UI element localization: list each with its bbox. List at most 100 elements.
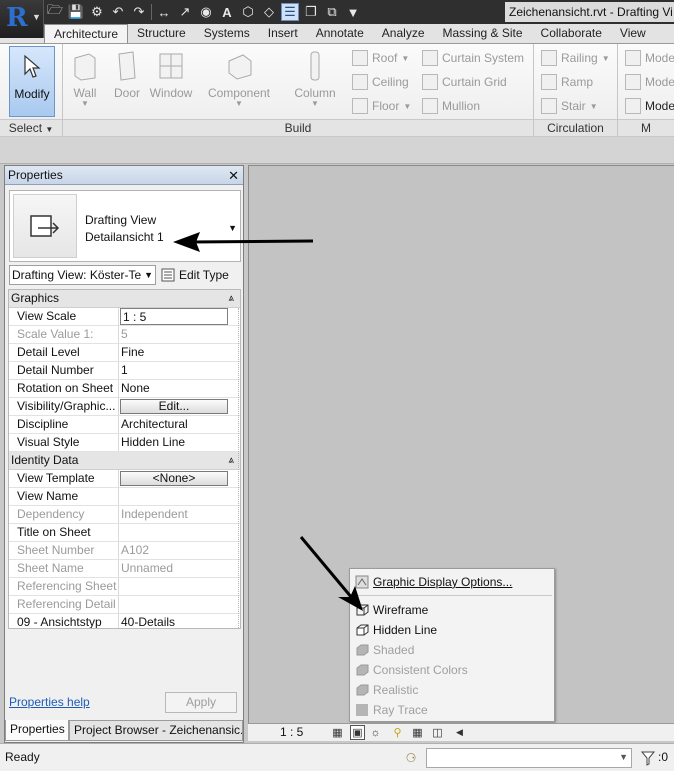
- sync-icon[interactable]: ⚙: [88, 3, 106, 21]
- panel-select[interactable]: Select ▼: [0, 119, 62, 136]
- curtain-grid-button[interactable]: Curtain Grid: [422, 71, 507, 93]
- wireframe-item[interactable]: Wireframe: [354, 600, 552, 620]
- sun-path-icon[interactable]: ☼: [368, 725, 383, 740]
- property-row[interactable]: Rotation on Sheet None: [9, 380, 240, 398]
- close-icon[interactable]: ✕: [228, 167, 239, 185]
- railing-button[interactable]: Railing ▼: [541, 47, 610, 69]
- property-value[interactable]: Fine: [119, 344, 240, 361]
- filter-icon[interactable]: [640, 749, 656, 767]
- switch-windows-icon[interactable]: ⧉: [323, 3, 341, 21]
- view-scale-control[interactable]: 1 : 5: [280, 724, 303, 741]
- model-group-button[interactable]: Mode: [625, 95, 674, 117]
- component-button[interactable]: Component ▼: [204, 46, 274, 116]
- chevron-left-icon[interactable]: ◀: [452, 725, 467, 740]
- collapse-icon[interactable]: ⩓: [228, 452, 234, 469]
- tag-icon[interactable]: ◉: [197, 3, 215, 21]
- stair-button[interactable]: Stair ▼: [541, 95, 598, 117]
- tab-view[interactable]: View: [611, 24, 655, 43]
- roof-button[interactable]: Roof ▼: [352, 47, 409, 69]
- open-icon[interactable]: 🗁: [46, 2, 64, 21]
- thin-lines-icon[interactable]: ☰: [281, 3, 299, 21]
- model-text-button[interactable]: Mode: [625, 47, 674, 69]
- tab-insert[interactable]: Insert: [259, 24, 307, 43]
- tab-project-browser[interactable]: Project Browser - Zeichenansic...: [69, 720, 243, 741]
- temporary-hide-icon[interactable]: ⚲: [390, 725, 405, 740]
- customize-qat-icon[interactable]: ▼: [344, 3, 362, 21]
- view-scale-input[interactable]: 1 : 5: [120, 308, 228, 325]
- section-icon[interactable]: ◇: [260, 3, 278, 21]
- tab-massing-site[interactable]: Massing & Site: [434, 24, 532, 43]
- tab-properties[interactable]: Properties: [5, 720, 69, 741]
- collapse-icon[interactable]: ⩓: [228, 290, 234, 307]
- tab-annotate[interactable]: Annotate: [307, 24, 373, 43]
- tab-structure[interactable]: Structure: [128, 24, 195, 43]
- ramp-button[interactable]: Ramp: [541, 71, 593, 93]
- property-value[interactable]: 40-Details: [119, 614, 240, 628]
- aligned-dimension-icon[interactable]: ↗: [176, 3, 194, 21]
- apply-button[interactable]: Apply: [165, 692, 237, 713]
- view-template-button[interactable]: <None>: [120, 471, 228, 486]
- consistent-colors-item[interactable]: Consistent Colors: [354, 660, 552, 680]
- chevron-down-icon[interactable]: ▼: [228, 223, 237, 233]
- visual-style-icon[interactable]: ▣: [350, 725, 365, 740]
- ceiling-label: Ceiling: [372, 75, 409, 89]
- section-graphics[interactable]: Graphics ⩓: [9, 290, 240, 308]
- property-value[interactable]: [119, 488, 240, 505]
- detail-level-icon[interactable]: ▦: [330, 725, 345, 740]
- redo-icon[interactable]: ↷: [130, 3, 148, 21]
- property-row[interactable]: Discipline Architectural: [9, 416, 240, 434]
- measure-icon[interactable]: ↔: [155, 3, 173, 21]
- save-icon[interactable]: 💾: [67, 3, 85, 21]
- properties-help-link[interactable]: Properties help: [9, 695, 90, 709]
- property-row[interactable]: Title on Sheet: [9, 524, 240, 542]
- property-value[interactable]: [119, 524, 240, 541]
- application-menu-button[interactable]: R ▼: [0, 0, 44, 38]
- property-row[interactable]: Visual Style Hidden Line: [9, 434, 240, 452]
- window-button[interactable]: Window: [148, 46, 194, 116]
- workset-dropdown[interactable]: ▼: [426, 748, 632, 768]
- column-button[interactable]: Column ▼: [290, 46, 340, 116]
- property-value[interactable]: Hidden Line: [119, 434, 240, 451]
- property-row[interactable]: Visibility/Graphic... Edit...: [9, 398, 240, 416]
- property-row[interactable]: 09 - Ansichtstyp 40-Details: [9, 614, 240, 628]
- graphic-display-options-item[interactable]: Graphic Display Options...: [354, 572, 552, 592]
- property-value[interactable]: None: [119, 380, 240, 397]
- door-button[interactable]: Door: [108, 46, 146, 116]
- grid-scrollbar[interactable]: [236, 308, 239, 628]
- undo-icon[interactable]: ↶: [109, 3, 127, 21]
- property-value[interactable]: 1: [119, 362, 240, 379]
- tab-architecture[interactable]: Architecture: [44, 24, 129, 43]
- floor-button[interactable]: Floor ▼: [352, 95, 411, 117]
- ceiling-button[interactable]: Ceiling: [352, 71, 409, 93]
- shaded-item[interactable]: Shaded: [354, 640, 552, 660]
- modify-button[interactable]: Modify: [9, 46, 55, 117]
- property-row[interactable]: View Scale 1 : 5: [9, 308, 240, 326]
- section-identity-data[interactable]: Identity Data ⩓: [9, 452, 240, 470]
- visibility-edit-button[interactable]: Edit...: [120, 399, 228, 414]
- tab-analyze[interactable]: Analyze: [373, 24, 434, 43]
- tab-systems[interactable]: Systems: [195, 24, 259, 43]
- model-line-button[interactable]: Mode: [625, 71, 674, 93]
- 3d-view-icon[interactable]: ⬡: [239, 3, 257, 21]
- wall-button[interactable]: Wall ▼: [64, 46, 106, 116]
- modify-label: Modify: [14, 87, 50, 101]
- property-row[interactable]: View Template <None>: [9, 470, 240, 488]
- crop-view-icon[interactable]: ▦: [410, 725, 425, 740]
- property-row[interactable]: Detail Level Fine: [9, 344, 240, 362]
- instance-filter-dropdown[interactable]: Drafting View: Köster-Te ▼: [9, 265, 156, 285]
- curtain-system-button[interactable]: Curtain System: [422, 47, 524, 69]
- design-options-icon[interactable]: ⚆: [402, 749, 420, 767]
- type-selector[interactable]: Drafting View Detailansicht 1 ▼: [9, 190, 241, 262]
- mullion-button[interactable]: Mullion: [422, 95, 480, 117]
- property-row[interactable]: Detail Number 1: [9, 362, 240, 380]
- text-icon[interactable]: A: [218, 3, 236, 21]
- close-hidden-icon[interactable]: ❐: [302, 3, 320, 21]
- property-value[interactable]: Architectural: [119, 416, 240, 433]
- hidden-line-item[interactable]: Hidden Line: [354, 620, 552, 640]
- reveal-hidden-icon[interactable]: ◫: [430, 725, 445, 740]
- tab-collaborate[interactable]: Collaborate: [532, 24, 611, 43]
- edit-type-button[interactable]: Edit Type: [161, 265, 229, 285]
- property-row[interactable]: View Name: [9, 488, 240, 506]
- ray-trace-item[interactable]: Ray Trace: [354, 700, 552, 720]
- realistic-item[interactable]: Realistic: [354, 680, 552, 700]
